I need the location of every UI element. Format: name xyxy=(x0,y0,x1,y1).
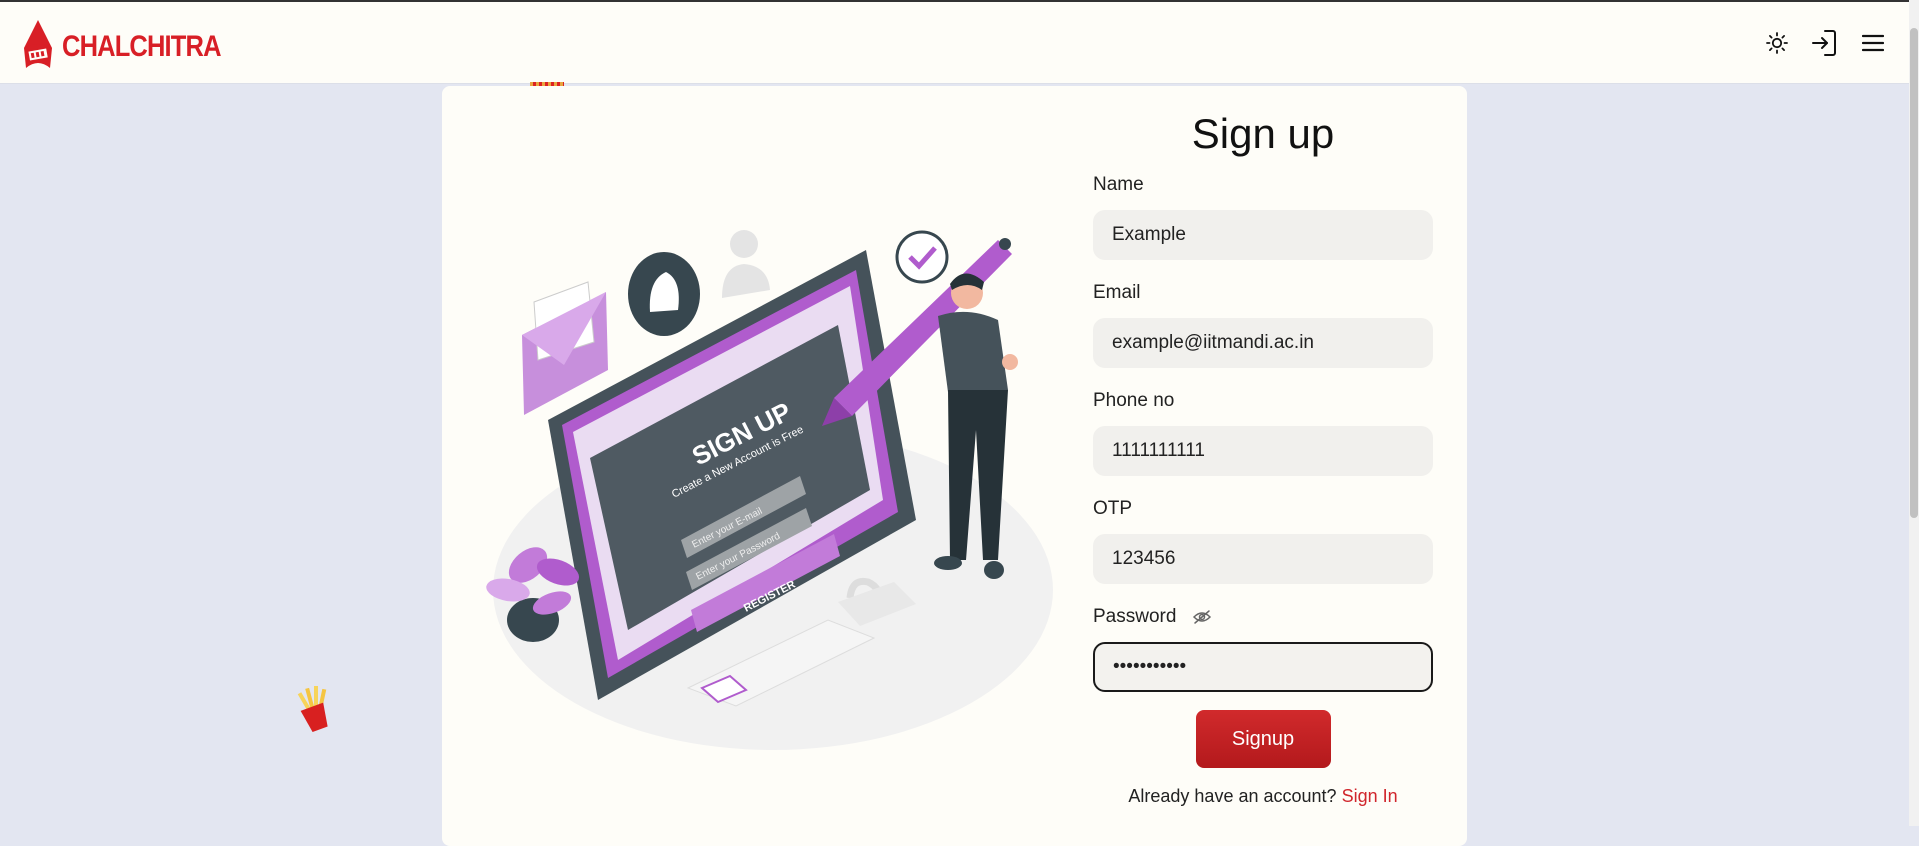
theme-toggle-button[interactable] xyxy=(1762,30,1792,60)
phone-label: Phone no xyxy=(1093,390,1175,411)
page-scrollbar[interactable] xyxy=(1909,0,1919,826)
signin-prompt: Already have an account? Sign In xyxy=(1093,786,1433,807)
eye-slash-icon[interactable] xyxy=(1192,609,1212,625)
email-input[interactable] xyxy=(1093,318,1433,368)
login-icon xyxy=(1811,29,1837,62)
sun-icon xyxy=(1765,31,1789,60)
brand-name: CHALCHITRA xyxy=(62,29,221,63)
signin-prompt-text: Already have an account? xyxy=(1128,786,1337,806)
name-label: Name xyxy=(1093,174,1144,195)
phone-input[interactable] xyxy=(1093,426,1433,476)
checkmark-icon xyxy=(895,230,949,284)
email-label: Email xyxy=(1093,282,1141,303)
bell-icon xyxy=(628,252,700,336)
signup-form: Sign up Name Email Phone no OTP Password… xyxy=(1093,110,1433,807)
fries-sticker xyxy=(296,686,336,737)
page-title: Sign up xyxy=(1191,110,1335,157)
logo-icon xyxy=(20,18,56,75)
password-label-row: Password xyxy=(1093,604,1433,630)
top-navbar: CHALCHITRA xyxy=(0,2,1909,84)
otp-input[interactable] xyxy=(1093,534,1433,584)
menu-icon xyxy=(1861,33,1885,58)
menu-button[interactable] xyxy=(1858,30,1888,60)
signup-button[interactable]: Signup xyxy=(1195,710,1331,768)
password-input[interactable] xyxy=(1093,642,1433,692)
signup-illustration: SIGN UP Create a New Account is Free Ent… xyxy=(486,230,1053,750)
brand-logo[interactable]: CHALCHITRA xyxy=(20,18,249,75)
scrollbar-thumb[interactable] xyxy=(1910,28,1918,518)
login-button[interactable] xyxy=(1809,29,1839,62)
signin-link[interactable]: Sign In xyxy=(1342,786,1398,806)
user-icon xyxy=(722,230,770,298)
name-input[interactable] xyxy=(1093,210,1433,260)
password-label: Password xyxy=(1093,606,1177,627)
otp-label: OTP xyxy=(1093,498,1133,519)
